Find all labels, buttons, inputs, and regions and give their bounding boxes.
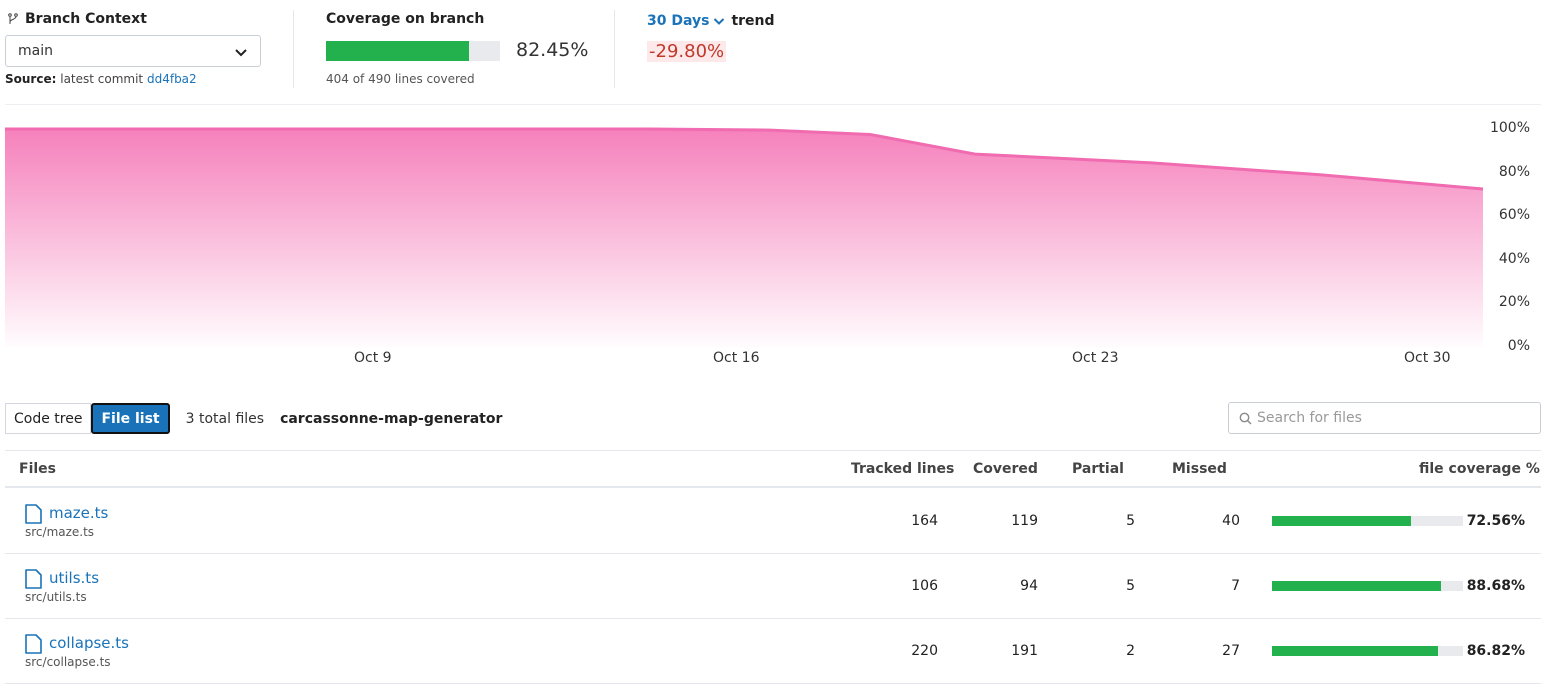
covered-value: 94 [1020, 578, 1038, 594]
coverage-trend-svg [5, 127, 1484, 347]
file-search[interactable] [1228, 402, 1541, 434]
trend-label: trend [731, 13, 775, 29]
source-commit-link[interactable]: dd4fba2 [147, 72, 197, 86]
coverage-area [5, 129, 1483, 347]
tracked-lines-value: 164 [911, 513, 938, 529]
table-row: maze.ts src/maze.ts 164 119 5 40 72.56% [5, 489, 1541, 554]
divider [5, 104, 1541, 105]
branch-select[interactable]: main [5, 35, 261, 67]
y-tick-label: 0% [1507, 338, 1530, 354]
y-tick-label: 80% [1498, 163, 1530, 180]
coverage-percentage: 82.45% [516, 39, 589, 61]
code-tree-button[interactable]: Code tree [5, 403, 92, 434]
file-coverage-fill [1272, 581, 1442, 591]
file-coverage-bar [1272, 646, 1463, 656]
file-icon [25, 634, 42, 654]
file-list-button[interactable]: File list [91, 403, 170, 434]
x-tick-label: Oct 30 [1404, 350, 1451, 366]
covered-value: 191 [1011, 643, 1038, 659]
coverage-header: Branch Context main Source: latest commi… [0, 0, 1554, 104]
file-path: src/maze.ts [25, 525, 95, 539]
x-tick-label: Oct 23 [1072, 350, 1119, 366]
trend-value-badge: -29.80% [647, 41, 727, 62]
coverage-lines-covered: 404 of 490 lines covered [326, 72, 475, 86]
table-row: collapse.ts src/collapse.ts 220 191 2 27 86.82… [5, 619, 1541, 684]
y-tick-label: 60% [1498, 207, 1530, 224]
trend-period-label: 30 Days [647, 13, 710, 29]
chevron-down-icon [235, 49, 247, 57]
coverage-trend-chart: 100% 80% 60% 40% 20% 0% Oct 9 Oct 16 Oct 23 Oct … [0, 106, 1554, 378]
file-coverage-bar [1272, 516, 1463, 526]
file-path: src/collapse.ts [25, 655, 111, 669]
missed-value: 27 [1222, 643, 1240, 659]
file-coverage-fill [1272, 646, 1438, 656]
tracked-lines-value: 220 [911, 643, 938, 659]
file-icon [25, 569, 42, 589]
trend-header: 30 Days trend [647, 13, 775, 29]
partial-value: 5 [1126, 578, 1135, 594]
y-tick-label: 100% [1489, 120, 1530, 136]
repo-name: carcassonne-map-generator [280, 410, 503, 427]
chevron-down-icon [714, 18, 725, 25]
file-coverage-percentage: 72.56% [1466, 513, 1525, 529]
search-icon [1239, 412, 1252, 425]
column-missed[interactable]: Missed [1172, 461, 1227, 477]
column-file-coverage[interactable]: file coverage % [1419, 461, 1540, 477]
column-partial[interactable]: Partial [1072, 461, 1124, 477]
y-tick-label: 40% [1498, 250, 1530, 267]
tracked-lines-value: 106 [911, 578, 938, 594]
covered-value: 119 [1011, 513, 1038, 529]
column-tracked-lines[interactable]: Tracked lines [851, 461, 954, 477]
missed-value: 40 [1222, 513, 1240, 529]
file-coverage-fill [1272, 516, 1411, 526]
file-name-link[interactable]: maze.ts [49, 504, 108, 522]
column-covered[interactable]: Covered [973, 461, 1038, 477]
file-coverage-percentage: 88.68% [1466, 578, 1525, 594]
search-input[interactable] [1257, 403, 1537, 433]
partial-value: 5 [1126, 513, 1135, 529]
source-label: Source: [5, 72, 57, 86]
file-coverage-percentage: 86.82% [1466, 643, 1525, 659]
branch-icon [8, 13, 18, 24]
table-header: Files Tracked lines Covered Partial Miss… [5, 450, 1541, 488]
trend-period-dropdown[interactable]: 30 Days [647, 13, 725, 29]
total-files-count: 3 total files [185, 410, 265, 427]
source-text: latest commit [60, 72, 144, 86]
partial-value: 2 [1126, 643, 1135, 659]
table-row: utils.ts src/utils.ts 106 94 5 7 88.68% [5, 554, 1541, 619]
file-path: src/utils.ts [25, 590, 87, 604]
branch-context-label: Branch Context [25, 11, 147, 27]
missed-value: 7 [1231, 578, 1240, 594]
x-tick-label: Oct 16 [713, 350, 760, 366]
divider [614, 10, 615, 88]
branch-context-title: Branch Context [7, 11, 147, 27]
divider [293, 10, 294, 88]
x-tick-label: Oct 9 [354, 350, 392, 366]
coverage-title: Coverage on branch [326, 11, 485, 27]
source-info: Source: latest commit dd4fba2 [5, 72, 197, 86]
file-name-link[interactable]: collapse.ts [49, 634, 129, 652]
file-name-link[interactable]: utils.ts [49, 569, 99, 587]
file-icon [25, 504, 42, 524]
branch-select-value: main [18, 43, 53, 59]
coverage-progress-fill [326, 41, 470, 61]
column-files[interactable]: Files [19, 461, 56, 477]
file-toolbar: Code tree File list 3 total files carcas… [5, 403, 502, 434]
file-coverage-bar [1272, 581, 1463, 591]
y-tick-label: 20% [1498, 294, 1530, 311]
coverage-progress-bar [326, 41, 500, 61]
